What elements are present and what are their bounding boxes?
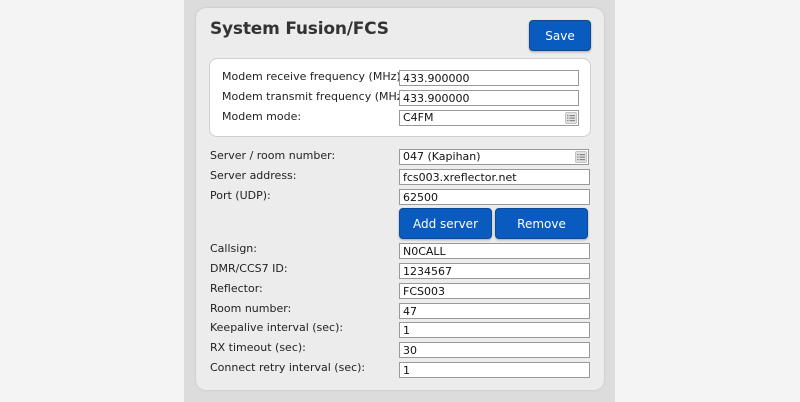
callsign-input[interactable] [399, 243, 590, 259]
port-label: Port (UDP): [210, 189, 271, 202]
keepalive-label: Keepalive interval (sec): [210, 321, 344, 334]
add-server-button[interactable]: Add server [399, 208, 492, 239]
rx-timeout-input[interactable] [399, 342, 590, 358]
retry-interval-input[interactable] [399, 362, 590, 378]
reflector-label: Reflector: [210, 282, 263, 295]
reflector-input[interactable] [399, 283, 590, 299]
server-address-input[interactable] [399, 169, 590, 185]
server-room-value: 047 (Kapihan) [403, 150, 481, 163]
save-button[interactable]: Save [529, 20, 591, 51]
dmr-id-label: DMR/CCS7 ID: [210, 262, 288, 275]
callsign-label: Callsign: [210, 242, 257, 255]
list-icon[interactable] [565, 112, 577, 124]
modem-mode-label: Modem mode: [222, 110, 302, 123]
server-address-label: Server address: [210, 169, 297, 182]
page-title: System Fusion/FCS [210, 19, 389, 39]
modem-receive-label: Modem receive frequency (MHz): [222, 70, 405, 83]
remove-server-button[interactable]: Remove [495, 208, 588, 239]
modem-receive-input[interactable] [399, 70, 579, 86]
list-icon[interactable] [575, 151, 587, 163]
server-room-select[interactable]: 047 (Kapihan) [399, 149, 589, 165]
modem-transmit-input[interactable] [399, 90, 579, 106]
dmr-id-input[interactable] [399, 263, 590, 279]
retry-interval-label: Connect retry interval (sec): [210, 361, 366, 374]
room-number-label: Room number: [210, 302, 292, 315]
modem-transmit-label: Modem transmit frequency (MHz): [222, 90, 411, 103]
port-input[interactable] [399, 189, 590, 205]
room-number-input[interactable] [399, 303, 590, 319]
server-room-label: Server / room number: [210, 149, 336, 162]
modem-mode-value: C4FM [403, 111, 434, 124]
modem-mode-select[interactable]: C4FM [399, 110, 579, 126]
keepalive-input[interactable] [399, 322, 590, 338]
rx-timeout-label: RX timeout (sec): [210, 341, 306, 354]
